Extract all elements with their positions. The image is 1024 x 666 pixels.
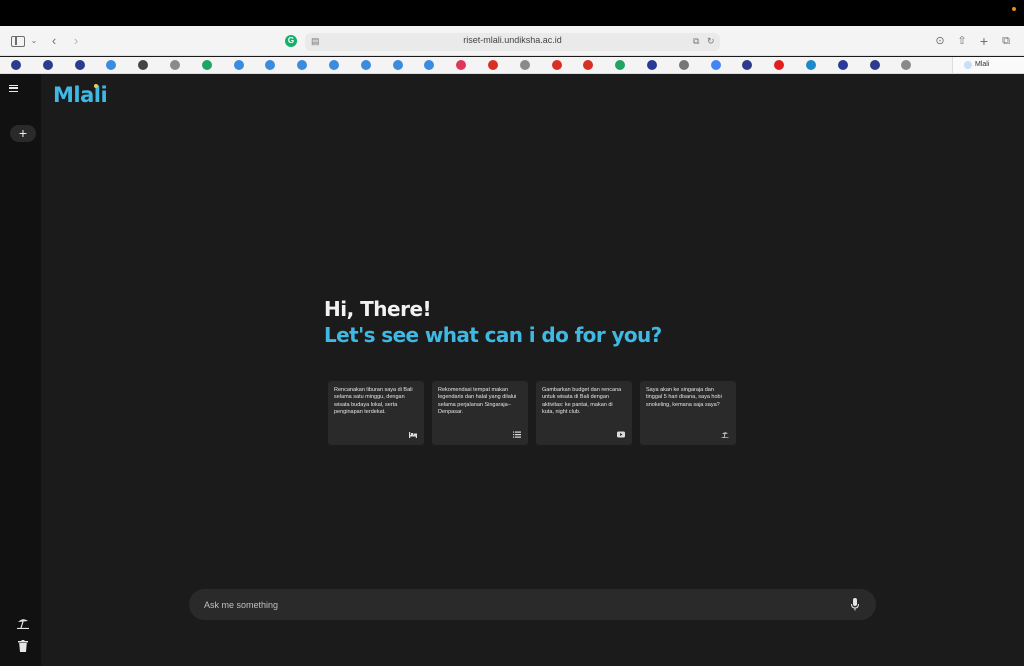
google-icon[interactable] (710, 60, 721, 70)
chevron-down-icon[interactable]: ⌄ (30, 33, 38, 49)
university-icon[interactable] (42, 60, 53, 70)
star-icon[interactable] (678, 60, 689, 70)
g-box-icon[interactable] (170, 60, 180, 70)
google-drive-icon[interactable] (615, 60, 626, 70)
favorites-bar: Mlali (0, 57, 1024, 74)
suggestion-text: Saya akan ke singaraja dan tinggal 5 har… (646, 387, 722, 408)
diamond-icon[interactable] (233, 60, 244, 70)
diamond-icon[interactable] (297, 60, 308, 70)
reload-icon[interactable]: ↻ (707, 36, 715, 47)
diamond-icon[interactable] (360, 60, 371, 70)
url-text: riset-mlali.undiksha.ac.id (463, 35, 562, 45)
browser-toolbar: ⌄ ‹ › G ▤ riset-mlali.undiksha.ac.id ⧉ ↻… (0, 26, 1024, 56)
university-icon[interactable] (74, 60, 85, 70)
gmail-icon[interactable] (583, 60, 594, 70)
app-logo: Mlali (53, 83, 108, 107)
bed-icon (409, 432, 417, 438)
greeting-subtitle: Let's see what can i do for you? (324, 323, 662, 347)
address-bar[interactable]: ▤ riset-mlali.undiksha.ac.id ⧉ ↻ (305, 33, 720, 51)
beach-icon[interactable] (16, 617, 30, 629)
suggestion-text: Gambarkan budget dan rencana untuk wisat… (542, 387, 622, 415)
greeting-title: Hi, There! (324, 297, 432, 321)
forward-icon[interactable]: › (71, 33, 81, 49)
mlali-app: + Mlali Hi, There! Let's see what can i … (0, 74, 1024, 666)
youtube-icon[interactable] (774, 60, 785, 70)
suggestion-card[interactable]: Rencanakan liburan saya di Bali selama s… (328, 381, 424, 445)
arrow-icon[interactable] (837, 60, 848, 70)
grammarly-icon[interactable]: G (285, 35, 297, 47)
screen: ⌄ ‹ › G ▤ riset-mlali.undiksha.ac.id ⧉ ↻… (0, 0, 1024, 666)
new-tab-icon[interactable]: + (978, 33, 990, 49)
suggestion-text: Rekomendasi tempat makan legendaris dan … (438, 387, 517, 415)
tab-overview-icon[interactable]: ⧉ (1000, 33, 1012, 49)
diamond-icon[interactable] (265, 60, 276, 70)
diamond-icon[interactable] (329, 60, 339, 70)
heart-icon[interactable] (456, 60, 467, 70)
hamburger-menu-icon[interactable] (9, 85, 18, 92)
download-icon[interactable]: ⊙ (934, 33, 946, 49)
arrow-icon[interactable] (647, 60, 657, 70)
suggestion-text: Rencanakan liburan saya di Bali selama s… (334, 387, 413, 415)
university-icon[interactable] (11, 60, 21, 70)
new-chat-button[interactable]: + (10, 125, 36, 142)
diamond-icon[interactable] (424, 60, 435, 70)
diamond-icon[interactable] (106, 60, 117, 70)
youtube-icon (617, 431, 625, 438)
recording-indicator-icon (1012, 7, 1016, 11)
os-menu-bar (0, 0, 1024, 26)
suggestion-card[interactable]: Saya akan ke singaraja dan tinggal 5 har… (640, 381, 736, 445)
translate-icon[interactable]: ⧉ (693, 36, 699, 47)
openai-icon[interactable] (138, 60, 149, 70)
gmail-icon[interactable] (488, 60, 498, 70)
suggestion-card[interactable]: Gambarkan budget dan rencana untuk wisat… (536, 381, 632, 445)
list-icon (513, 431, 521, 438)
university-icon[interactable] (742, 60, 753, 70)
chat-input-bar (189, 589, 876, 620)
diamond-icon[interactable] (392, 60, 403, 70)
microphone-icon[interactable] (851, 598, 859, 611)
tab-mlali[interactable]: Mlali (952, 57, 1024, 73)
ask-input[interactable] (204, 589, 824, 620)
gmail-icon[interactable] (551, 60, 562, 70)
sidebar-toggle-icon[interactable] (11, 36, 25, 47)
logo-dot (94, 84, 98, 88)
university-icon[interactable] (869, 60, 880, 70)
trash-icon[interactable] (18, 640, 28, 652)
suggestion-card[interactable]: Rekomendasi tempat makan legendaris dan … (432, 381, 528, 445)
google-drive-icon[interactable] (201, 60, 212, 70)
share-icon[interactable]: ⇧ (956, 33, 968, 49)
z-box-icon[interactable] (901, 60, 912, 70)
beach-icon (721, 432, 729, 438)
globe-icon[interactable] (806, 60, 816, 70)
back-icon[interactable]: ‹ (49, 33, 59, 49)
app-sidebar: + (0, 74, 41, 666)
g-box-icon[interactable] (519, 60, 530, 70)
